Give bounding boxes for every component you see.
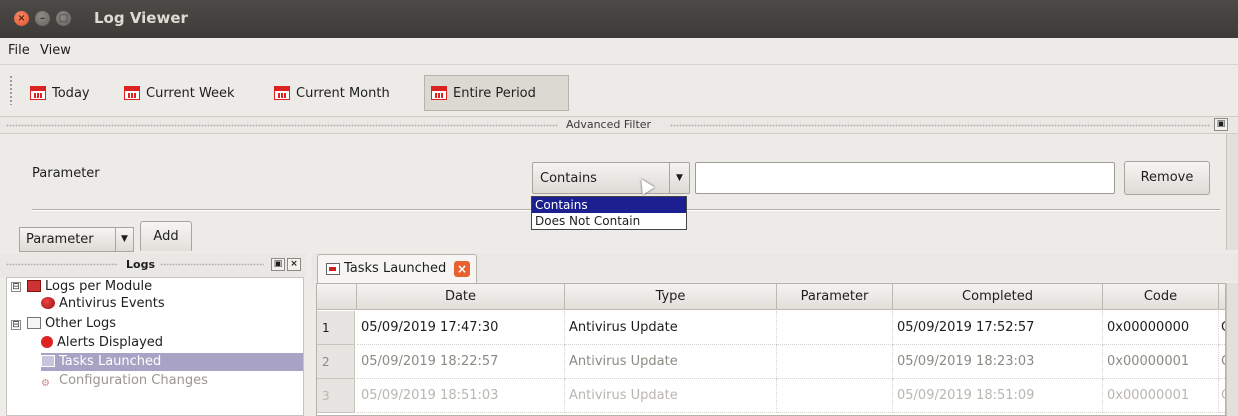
- row-number[interactable]: 1: [317, 311, 355, 345]
- tree-item-logs-per-module[interactable]: Logs per Module: [27, 278, 152, 296]
- operator-selected-value: Contains: [540, 171, 597, 186]
- table-cell-code[interactable]: 0x00000001: [1103, 345, 1219, 379]
- table-cell-completed[interactable]: 05/09/2019 17:52:57: [893, 311, 1103, 345]
- today-button[interactable]: Today: [24, 75, 96, 111]
- column-header-parameter[interactable]: Parameter: [777, 284, 893, 310]
- entire-period-label: Entire Period: [453, 85, 536, 101]
- tree-item-antivirus-events[interactable]: Antivirus Events: [41, 295, 165, 313]
- filter-scrollbar[interactable]: [1226, 134, 1238, 250]
- advanced-filter-header[interactable]: Advanced Filter ▣: [0, 116, 1238, 134]
- entire-period-button[interactable]: Entire Period: [424, 75, 569, 111]
- table-cell-more[interactable]: C: [1219, 379, 1225, 413]
- folder-icon: [27, 317, 41, 329]
- table-cell-code[interactable]: 0x00000000: [1103, 311, 1219, 345]
- tree-item-other-logs[interactable]: Other Logs: [27, 315, 116, 333]
- row-header-corner: [317, 284, 357, 310]
- table-scrollbar[interactable]: [1226, 283, 1238, 416]
- current-week-label: Current Week: [146, 85, 235, 101]
- menu-file[interactable]: File: [8, 43, 30, 58]
- table-cell-parameter[interactable]: [777, 311, 893, 345]
- calendar-icon: [431, 86, 447, 100]
- minimize-window-button[interactable]: –: [35, 11, 50, 26]
- calendar-icon: [124, 86, 140, 100]
- logs-panel-header[interactable]: Logs ▣ ×: [0, 253, 306, 277]
- table-cell-parameter[interactable]: [777, 379, 893, 413]
- collapse-icon[interactable]: ⊟: [11, 320, 21, 330]
- title-bar: × – □ Log Viewer: [0, 0, 1238, 38]
- maximize-window-button[interactable]: □: [56, 11, 71, 26]
- tree-item-configuration-changes[interactable]: ⚙ Configuration Changes: [41, 372, 208, 390]
- table-cell-more[interactable]: C: [1219, 311, 1225, 345]
- table-cell-code[interactable]: 0x00000001: [1103, 379, 1219, 413]
- table-cell-more[interactable]: C: [1219, 345, 1225, 379]
- table-cell-type[interactable]: Antivirus Update: [565, 345, 777, 379]
- current-week-button[interactable]: Current Week: [118, 75, 241, 111]
- antivirus-icon: [41, 297, 55, 309]
- dock-grip: [670, 124, 1210, 127]
- window-title: Log Viewer: [94, 9, 188, 27]
- remove-button[interactable]: Remove: [1124, 161, 1210, 195]
- logs-tree: ⊟ Logs per Module Antivirus Events ⊟ Oth…: [6, 277, 304, 416]
- add-button[interactable]: Add: [140, 221, 192, 251]
- current-month-button[interactable]: Current Month: [268, 75, 396, 111]
- tab-tasks-launched[interactable]: Tasks Launched ×: [317, 254, 477, 283]
- advanced-filter-panel: Parameter Contains ▼ Remove Parameter ▼ …: [0, 134, 1226, 252]
- advanced-filter-title: Advanced Filter: [566, 118, 652, 131]
- column-header-completed[interactable]: Completed: [893, 284, 1103, 310]
- parameter-label: Parameter: [32, 166, 100, 181]
- column-header-date[interactable]: Date: [357, 284, 599, 310]
- parameter-select[interactable]: Parameter ▼: [19, 227, 134, 252]
- close-tab-icon[interactable]: ×: [454, 261, 470, 277]
- logs-panel-title: Logs: [126, 258, 155, 271]
- config-icon: ⚙: [41, 378, 50, 389]
- table-cell-type[interactable]: Antivirus Update: [565, 379, 777, 413]
- option-does-not-contain[interactable]: Does Not Contain: [532, 213, 686, 229]
- toolbar: Today Current Week Current Month Entire …: [0, 64, 1238, 116]
- calendar-icon: [30, 86, 46, 100]
- row-number[interactable]: 3: [317, 379, 355, 413]
- chevron-down-icon[interactable]: ▼: [115, 228, 133, 251]
- option-contains[interactable]: Contains: [532, 197, 686, 213]
- operator-dropdown-list: Contains Does Not Contain: [531, 196, 687, 230]
- tasks-icon: [41, 355, 55, 367]
- tasks-table: Date Type Parameter Completed Code 1 05/…: [316, 283, 1226, 416]
- float-panel-icon[interactable]: ▣: [271, 258, 285, 271]
- close-panel-icon[interactable]: ×: [287, 258, 301, 271]
- table-cell-parameter[interactable]: [777, 345, 893, 379]
- table-cell-date[interactable]: 05/09/2019 18:51:03: [357, 379, 565, 413]
- filter-value-input[interactable]: [695, 162, 1115, 194]
- tasks-icon: [326, 263, 340, 275]
- tab-strip: Tasks Launched ×: [312, 253, 1238, 283]
- column-header-code[interactable]: Code: [1103, 284, 1219, 310]
- calendar-icon: [274, 86, 290, 100]
- menu-bar: File View: [0, 38, 1238, 64]
- tree-item-tasks-launched[interactable]: Tasks Launched: [41, 353, 303, 371]
- menu-view[interactable]: View: [40, 43, 71, 58]
- operator-select[interactable]: Contains ▼: [532, 162, 690, 194]
- toolbar-grip[interactable]: [9, 75, 13, 105]
- dock-grip: [160, 263, 264, 266]
- float-panel-icon[interactable]: ▣: [1214, 118, 1228, 131]
- parameter-select-value: Parameter: [26, 232, 94, 247]
- column-header-type[interactable]: Type: [565, 284, 777, 310]
- close-window-button[interactable]: ×: [14, 11, 29, 26]
- table-cell-completed[interactable]: 05/09/2019 18:51:09: [893, 379, 1103, 413]
- dock-grip: [6, 263, 118, 266]
- log-viewer-window: × – □ Log Viewer File View Today Current…: [0, 0, 1238, 416]
- table-cell-date[interactable]: 05/09/2019 17:47:30: [357, 311, 565, 345]
- dock-grip: [6, 124, 558, 127]
- alert-icon: [41, 336, 53, 348]
- collapse-icon[interactable]: ⊟: [11, 282, 21, 292]
- chevron-down-icon[interactable]: ▼: [669, 163, 689, 193]
- table-cell-date[interactable]: 05/09/2019 18:22:57: [357, 345, 565, 379]
- tree-item-alerts-displayed[interactable]: Alerts Displayed: [41, 334, 163, 352]
- tab-label: Tasks Launched: [344, 261, 447, 276]
- module-icon: [27, 280, 41, 292]
- table-cell-completed[interactable]: 05/09/2019 18:23:03: [893, 345, 1103, 379]
- row-number[interactable]: 2: [317, 345, 355, 379]
- column-header-more[interactable]: [1219, 284, 1225, 310]
- current-month-label: Current Month: [296, 85, 390, 101]
- table-cell-type[interactable]: Antivirus Update: [565, 311, 777, 345]
- today-label: Today: [52, 85, 90, 101]
